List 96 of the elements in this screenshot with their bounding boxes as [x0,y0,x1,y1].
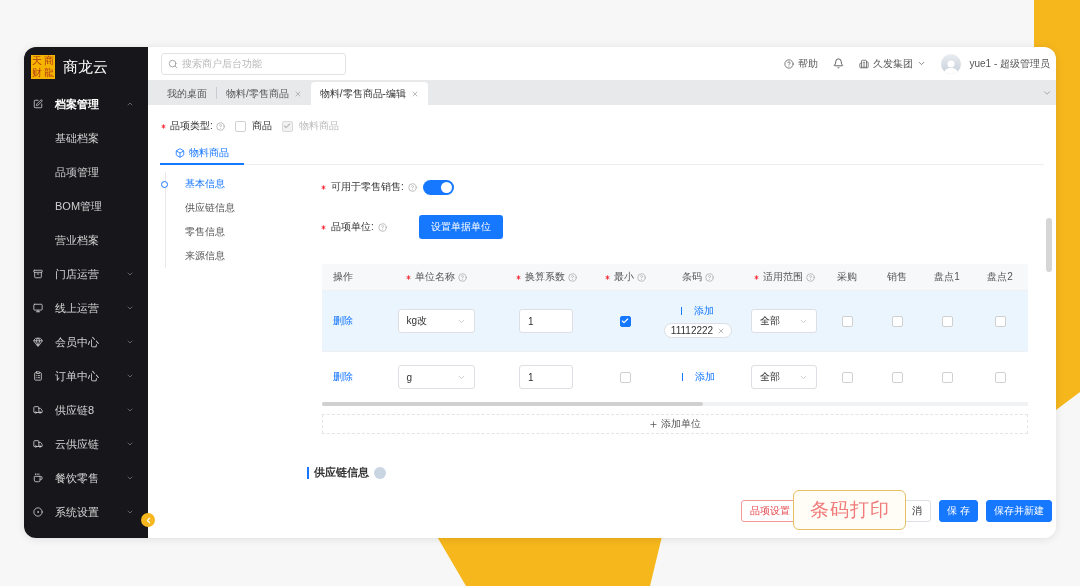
search-field[interactable]: 搜索商户后台功能 [161,52,346,75]
circle-icon [161,181,168,188]
monitor-icon [33,303,43,313]
gem-icon [33,337,43,347]
notification-icon[interactable] [833,58,845,69]
barcode-tag[interactable]: 11112222 [663,323,733,338]
archive-icon [33,269,43,279]
sidebar-item[interactable]: 线上运营 [24,291,148,325]
help-icon[interactable] [215,121,225,131]
add-barcode-link[interactable]: 添加 [681,370,715,384]
help-link[interactable]: 帮助 [784,56,819,71]
clipboard-icon [33,371,43,381]
help-icon[interactable] [568,272,577,282]
help-icon[interactable] [705,272,714,282]
section-title: 供应链信息 [314,465,369,480]
anchor-link[interactable]: 零售信息 [185,220,307,244]
footer-button[interactable]: 保存并新建 [986,500,1052,522]
unit-select[interactable]: kg改 [397,309,475,333]
sidebar-item[interactable]: 订单中心 [24,359,148,393]
scrollbar-thumb[interactable] [1046,218,1052,272]
add-unit-button[interactable]: 添加单位 [322,414,1028,434]
tab[interactable]: 物料/零售商品 [217,82,311,105]
truck-icon [33,405,43,415]
help-icon[interactable] [458,272,467,282]
section-tab[interactable]: 物料商品 [160,142,244,165]
column-header: 适用范围 [763,270,803,284]
footer-button[interactable]: 保 存 [939,500,978,522]
help-icon[interactable] [407,182,417,192]
building-icon [859,58,870,69]
field-label: 品项类型: [170,119,213,133]
sidebar-subitem[interactable]: 营业档案 [24,223,148,257]
print-tooltip: 条码打印 [793,490,906,530]
checkmark-icon [283,122,292,130]
unit-select[interactable]: g [397,365,475,389]
anchor-link[interactable]: 基本信息 [185,172,307,196]
column-header: 采购 [837,270,857,284]
close-icon[interactable] [717,326,726,335]
tab[interactable]: 物料/零售商品-编辑 [310,82,428,105]
field-label: 可用于零售销售: [331,180,404,194]
column-header: 换算系数 [525,270,565,284]
set-unit-button[interactable]: 设置单据单位 [418,215,503,239]
sidebar-item[interactable]: 供应链8 [24,393,148,427]
column-header: 条码 [682,270,702,284]
sidebar-subitem[interactable]: 品项管理 [24,155,148,189]
close-icon[interactable] [410,89,419,98]
column-header: 销售 [887,270,907,284]
delete-link[interactable]: 删除 [333,370,353,384]
checkmark-icon [621,317,629,325]
chevron-down-icon [917,59,927,68]
plus-icon [649,419,658,429]
toggle-switch[interactable] [422,179,454,195]
scope-select[interactable]: 全部 [751,365,817,389]
field-label: 品项单位: [331,220,374,234]
column-header: 盘点1 [934,270,960,284]
column-header: 盘点2 [987,270,1013,284]
organization-dropdown[interactable]: 久发集团 [859,56,927,71]
sidebar-item[interactable]: 系统设置 [24,495,148,529]
help-icon [784,58,795,69]
brand-name: 商龙云 [63,57,108,77]
sidebar-subitem[interactable]: BOM管理 [24,189,148,223]
anchor-link[interactable]: 供应链信息 [185,196,307,220]
sidebar-item[interactable]: 云供应链 [24,427,148,461]
cube-icon [175,147,185,158]
delete-link[interactable]: 删除 [333,314,353,328]
scrollbar-thumb[interactable] [322,402,704,406]
tab[interactable]: 我的桌面 [158,82,216,105]
logo: 天 商 财 龍 [31,55,55,79]
add-barcode-link[interactable]: 添加 [681,304,715,318]
circle-icon [374,466,386,479]
checkbox[interactable] [619,315,631,327]
sidebar-item[interactable]: 档案管理 [24,87,148,121]
column-header: 操作 [333,270,353,284]
table-row[interactable]: 删除 kg改 1 添加 11112222 全部 [322,290,1028,351]
column-header: 单位名称 [415,270,455,284]
close-icon[interactable] [293,89,302,98]
help-icon[interactable] [806,272,815,282]
sidebar-item[interactable]: 会员中心 [24,325,148,359]
anchor-link[interactable]: 来源信息 [185,244,307,268]
search-icon [168,58,178,69]
user-name[interactable]: yue1 - 超级管理员 [969,56,1050,71]
help-icon[interactable] [637,272,646,282]
sidebar-subitem[interactable]: 基础档案 [24,121,148,155]
factor-input[interactable]: 1 [519,365,573,389]
avatar-icon[interactable] [941,53,962,74]
cup-icon [33,473,43,483]
truck-icon [33,439,43,449]
help-icon[interactable] [377,222,387,232]
sidebar-item[interactable]: 餐饮零售 [24,461,148,495]
column-header: 最小 [614,270,634,284]
checkbox-option[interactable]: 商品 [234,119,272,133]
accent-bar [307,466,309,479]
factor-input[interactable]: 1 [519,309,573,333]
target-icon [33,507,43,517]
sidebar-item[interactable]: 门店运营 [24,257,148,291]
edit-icon [33,99,43,109]
scope-select[interactable]: 全部 [751,309,817,333]
